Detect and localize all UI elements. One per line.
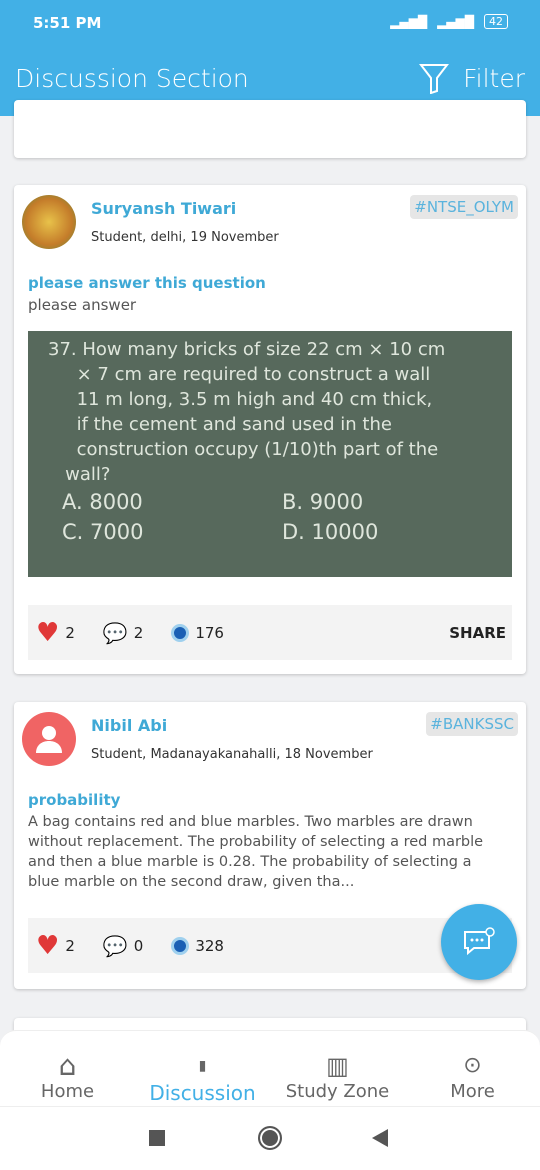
- filter-label: Filter: [463, 63, 525, 93]
- view-count: 328: [195, 936, 224, 955]
- nav-discussion[interactable]: ▮ Discussion: [135, 1031, 270, 1106]
- user-icon: [36, 726, 62, 753]
- status-icons: ▂▄▆█ ▂▄▆█ 42: [390, 14, 508, 29]
- like-count: 2: [65, 623, 75, 642]
- nav-label: Discussion: [149, 1081, 256, 1105]
- view-count: 176: [195, 623, 224, 642]
- image-line: construction occupy (1/10)th part of the: [48, 439, 439, 460]
- eye-icon: [171, 936, 190, 955]
- image-line: wall?: [48, 464, 111, 485]
- post-meta: Student, Madanayakanahalli, 18 November: [91, 747, 373, 762]
- chat-add-icon: [464, 927, 495, 956]
- image-line: × 7 cm are required to construct a wall: [48, 364, 431, 385]
- option: A. 8000: [62, 490, 143, 514]
- book-icon: ▥: [326, 1052, 349, 1080]
- home-icon: ⌂: [58, 1049, 77, 1082]
- post-meta: Student, delhi, 19 November: [91, 230, 279, 245]
- nav-more[interactable]: ⊙ More: [405, 1031, 540, 1106]
- option: C. 7000: [62, 520, 144, 544]
- post-actions: ♥ 2 💬 0 328: [28, 918, 512, 973]
- option: D. 10000: [282, 520, 379, 544]
- heart-icon[interactable]: ♥: [36, 931, 59, 961]
- signal-4g-icon: ▂▄▆█: [437, 14, 474, 29]
- post-actions: ♥ 2 💬 2 176 SHARE: [28, 605, 512, 660]
- comment-count: 2: [133, 623, 144, 642]
- heart-icon[interactable]: ♥: [36, 618, 59, 648]
- signal-icon: ▂▄▆█: [390, 14, 428, 29]
- page-title: Discussion Section: [15, 64, 249, 93]
- image-line: if the cement and sand used in the: [48, 414, 392, 435]
- comment-icon[interactable]: 💬: [103, 934, 128, 958]
- status-time: 5:51 PM: [33, 14, 102, 32]
- category-tag[interactable]: #NTSE_OLYM: [410, 195, 518, 219]
- category-tag[interactable]: #BANKSSC: [426, 712, 518, 736]
- new-discussion-button[interactable]: [441, 904, 517, 980]
- battery-icon: 42: [484, 14, 508, 29]
- post-title: probability: [28, 791, 121, 809]
- nav-label: More: [450, 1081, 495, 1102]
- recents-button[interactable]: [149, 1130, 165, 1146]
- home-button[interactable]: [258, 1126, 282, 1150]
- discussion-icon: ▮: [198, 1058, 207, 1074]
- post-body: please answer: [28, 296, 137, 314]
- image-line: 11 m long, 3.5 m high and 40 cm thick,: [48, 389, 433, 410]
- nav-home[interactable]: ⌂ Home: [0, 1031, 135, 1106]
- share-button[interactable]: SHARE: [449, 624, 506, 642]
- nav-label: Study Zone: [285, 1081, 390, 1102]
- system-nav-bar: [0, 1106, 540, 1170]
- like-count: 2: [65, 936, 75, 955]
- comment-count: 0: [133, 936, 144, 955]
- filter-button[interactable]: Filter: [419, 62, 525, 94]
- post-body: A bag contains red and blue marbles. Two…: [28, 814, 484, 890]
- post-card[interactable]: Suryansh Tiwari Student, delhi, 19 Novem…: [14, 185, 526, 674]
- eye-icon: [171, 623, 190, 642]
- avatar[interactable]: [22, 195, 76, 249]
- bottom-nav: ⌂ Home ▮ Discussion ▥ Study Zone ⊙ More: [0, 1030, 540, 1106]
- question-image[interactable]: 37. How many bricks of size 22 cm × 10 c…: [28, 331, 512, 577]
- image-line: 37. How many bricks of size 22 cm × 10 c…: [48, 339, 446, 360]
- app-header: 5:51 PM ▂▄▆█ ▂▄▆█ 42 Discussion Section Fi…: [0, 0, 540, 116]
- comment-icon[interactable]: 💬: [103, 621, 128, 645]
- avatar[interactable]: [22, 712, 76, 766]
- filter-icon: [419, 64, 450, 94]
- nav-label: Home: [40, 1081, 95, 1102]
- author-name[interactable]: Suryansh Tiwari: [91, 199, 236, 218]
- previous-post-card[interactable]: [14, 100, 526, 158]
- back-button[interactable]: [372, 1129, 388, 1147]
- nav-study-zone[interactable]: ▥ Study Zone: [270, 1031, 405, 1106]
- option: B. 9000: [282, 490, 364, 514]
- author-name[interactable]: Nibil Abi: [91, 716, 167, 735]
- more-icon: ⊙: [463, 1053, 482, 1078]
- post-title: please answer this question: [28, 274, 266, 292]
